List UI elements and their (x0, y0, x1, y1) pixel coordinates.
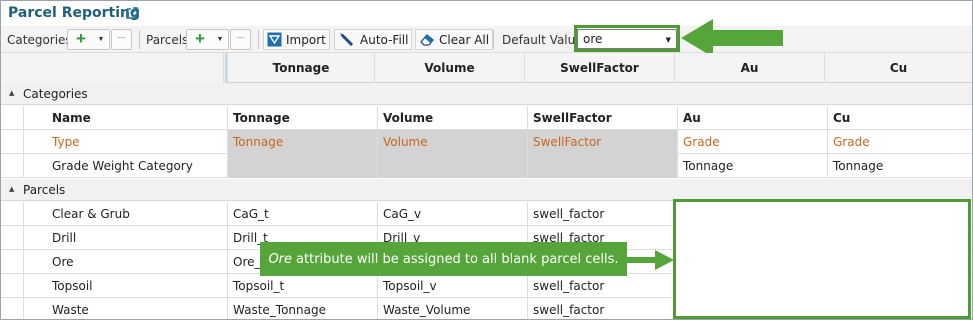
import-button[interactable]: Import (263, 29, 330, 50)
table-row: Grade Weight Category Tonnage Tonnage (1, 154, 972, 178)
collapse-icon[interactable]: ▲ (9, 185, 14, 193)
column-header-cu[interactable]: Cu (824, 53, 972, 83)
categories-group-label: Categories (23, 87, 88, 101)
table-cell[interactable]: Tonnage (677, 154, 827, 178)
table-cell[interactable]: SwellFactor (527, 130, 677, 154)
column-header-row: Tonnage Volume SwellFactor Au Cu (1, 53, 972, 83)
table-cell[interactable]: swell_factor (527, 298, 677, 319)
table-cell[interactable]: Waste_Tonnage (227, 298, 377, 319)
remove-parcel-button[interactable]: − (230, 29, 251, 50)
row-label: Waste (23, 298, 227, 319)
toolbar-divider (493, 30, 494, 49)
table-row: Name Tonnage Volume SwellFactor Au Cu (1, 106, 972, 130)
table-cell[interactable]: swell_factor (527, 274, 677, 298)
table-cell[interactable]: Volume (377, 130, 527, 154)
table-cell[interactable]: Tonnage (227, 130, 377, 154)
minus-icon: − (235, 30, 246, 47)
auto-fill-label: Auto-Fill (360, 32, 409, 47)
auto-fill-button[interactable]: Auto-Fill (334, 29, 413, 50)
row-label: Topsoil (23, 274, 227, 298)
blank-cells-highlight-box (673, 199, 971, 319)
table-cell[interactable]: Tonnage (227, 106, 377, 130)
minus-icon: − (116, 30, 127, 47)
toolbar-divider (139, 30, 140, 49)
add-parcel-button[interactable]: + ▼ (186, 29, 229, 50)
table-cell[interactable]: CaG_t (227, 202, 377, 226)
panel-title: Parcel Reporting (8, 5, 141, 21)
table-cell[interactable]: swell_factor (527, 202, 677, 226)
row-label: Clear & Grub (23, 202, 227, 226)
chevron-down-icon: ▼ (216, 36, 224, 43)
callout-arrow-icon (627, 250, 674, 270)
table-cell[interactable]: CaG_v (377, 202, 527, 226)
add-category-button[interactable]: + ▼ (67, 29, 110, 50)
callout-emphasis: Ore (268, 251, 293, 267)
collapse-icon[interactable]: ▲ (9, 89, 14, 97)
clear-all-button[interactable]: Clear All (415, 29, 494, 50)
row-label: Drill (23, 226, 227, 250)
clear-all-label: Clear All (439, 32, 490, 47)
row-label: Grade Weight Category (23, 154, 227, 178)
table-cell[interactable]: Volume (377, 106, 527, 130)
row-label: Ore (23, 250, 227, 274)
column-header-volume[interactable]: Volume (374, 53, 524, 83)
table-cell[interactable]: Topsoil_v (377, 274, 527, 298)
row-label: Type (23, 130, 227, 154)
eraser-icon (420, 34, 434, 46)
callout-text: attribute will be assigned to all blank … (296, 251, 619, 267)
table-cell[interactable]: SwellFactor (527, 106, 677, 130)
table-row: Type Tonnage Volume SwellFactor Grade Gr… (1, 130, 972, 154)
categories-label: Categories (7, 33, 72, 47)
import-icon (267, 32, 282, 47)
toolbar: Categories + ▼ − Parcels + ▼ − Import Au… (1, 26, 972, 53)
parcels-label: Parcels (146, 33, 189, 47)
import-label: Import (286, 32, 326, 47)
default-value-label: Default Value (502, 33, 583, 47)
row-label: Name (23, 106, 227, 130)
chevron-down-icon: ▼ (97, 36, 105, 43)
table-cell[interactable]: Grade (677, 130, 827, 154)
default-value-highlight-box (574, 25, 680, 52)
column-header-swellfactor[interactable]: SwellFactor (524, 53, 674, 83)
plus-icon: + (76, 29, 86, 48)
table-cell[interactable]: Topsoil_t (227, 274, 377, 298)
parcels-group-header[interactable]: ▲ Parcels (1, 179, 972, 201)
annotation-callout: Ore attribute will be assigned to all bl… (260, 242, 627, 276)
toolbar-divider (258, 30, 259, 49)
table-cell[interactable]: Waste_Volume (377, 298, 527, 319)
plus-icon: + (195, 29, 205, 48)
column-header-tonnage[interactable]: Tonnage (227, 53, 374, 83)
table-cell[interactable]: Au (677, 106, 827, 130)
table-cell[interactable] (377, 154, 527, 178)
magic-wand-icon (340, 33, 354, 47)
parcels-group-label: Parcels (23, 183, 66, 197)
table-cell[interactable]: Cu (827, 106, 972, 130)
table-cell[interactable] (527, 154, 677, 178)
categories-group-header[interactable]: ▲ Categories (1, 83, 972, 105)
remove-category-button[interactable]: − (111, 29, 132, 50)
parcel-reporting-panel: Parcel Reporting Categories + ▼ − Parcel… (0, 0, 973, 320)
row-header-corner (1, 53, 223, 83)
table-cell[interactable]: Tonnage (827, 154, 972, 178)
table-cell[interactable]: Grade (827, 130, 972, 154)
title-bar: Parcel Reporting (1, 1, 972, 26)
column-header-au[interactable]: Au (674, 53, 824, 83)
popout-icon[interactable] (125, 6, 139, 20)
table-cell[interactable] (227, 154, 377, 178)
